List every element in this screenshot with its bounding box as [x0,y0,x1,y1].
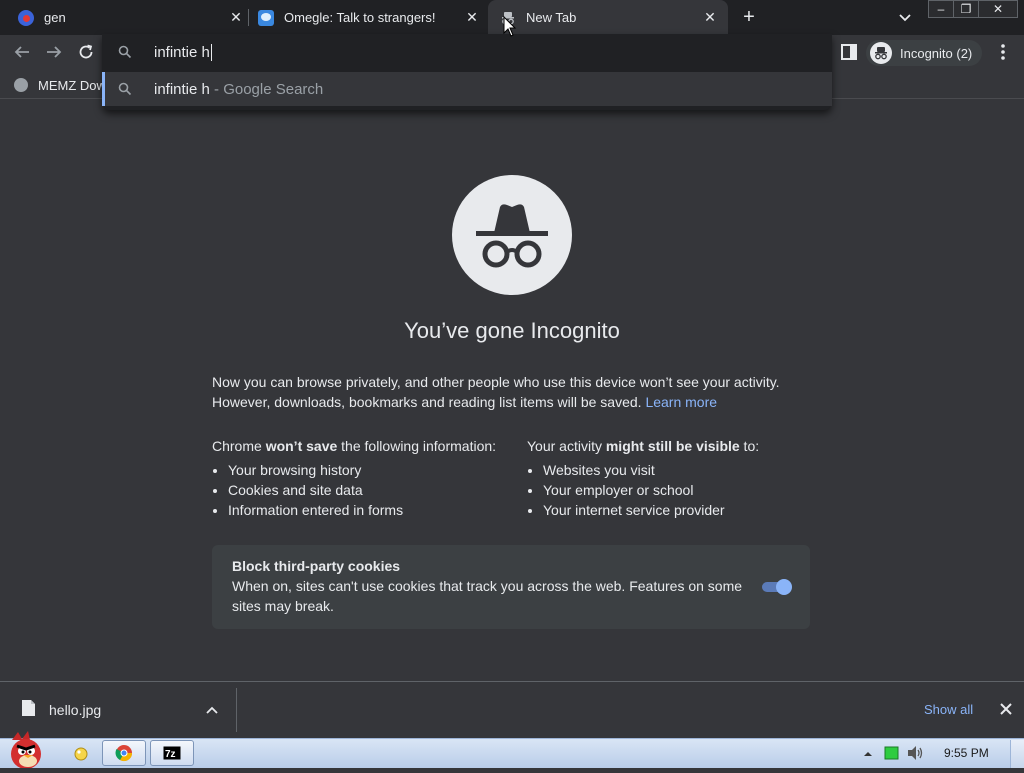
chrome-icon [115,745,133,762]
list-item: Your employer or school [543,480,817,500]
reload-button[interactable] [74,40,98,64]
network-battery-icon[interactable] [884,746,900,760]
back-arrow-icon [14,46,29,58]
tab-title: gen [44,10,66,25]
reload-icon [79,44,93,59]
cookie-title: Block third-party cookies [232,558,401,574]
learn-more-link[interactable]: Learn more [645,394,717,410]
list-item: Your internet service provider [543,500,817,520]
heading-bold: won’t save [265,438,338,454]
close-icon[interactable]: ✕ [464,9,480,26]
tray-chevron-up-icon[interactable] [862,747,874,759]
minimize-button[interactable]: – [928,0,954,18]
side-panel-icon [841,44,857,60]
page-title: You’ve gone Incognito [404,318,620,343]
list-item: Your browsing history [228,460,512,480]
incognito-profile-button[interactable]: Incognito (2) [866,40,982,66]
file-icon [20,699,36,717]
svg-text:7z: 7z [165,749,176,760]
taskbar-7zip-button[interactable]: 7z [150,740,194,766]
show-all-button[interactable]: Show all [924,702,973,717]
heading-suffix: to: [739,438,760,454]
cookie-description: When on, sites can't use cookies that tr… [232,578,743,614]
menu-button[interactable] [994,42,1012,62]
wont-save-heading: Chrome won’t save the following informat… [212,436,512,456]
tab-search-chevron-icon[interactable] [896,8,914,26]
new-tab-button[interactable]: + [738,6,760,28]
heading-suffix: the following information: [337,438,497,454]
bookmark-memz[interactable]: MEMZ Dow [14,76,106,94]
show-desktop-button[interactable] [1010,740,1024,768]
intro-line-1: Now you can browse privately, and other … [212,374,780,390]
intro-line-2-text: However, downloads, bookmarks and readin… [212,394,642,410]
chevron-up-icon[interactable] [204,702,220,718]
volume-icon[interactable] [906,745,924,761]
omegle-favicon-icon [258,9,274,26]
omnibox-popup: infintie h infintie h - Google Search [102,34,832,110]
list-item: Websites you visit [543,460,817,480]
restore-button[interactable]: ❐ [953,0,979,18]
start-button-angry-bird-icon[interactable] [4,730,50,769]
heading-bold: might still be visible [605,438,740,454]
download-shelf [0,681,1024,738]
forward-arrow-icon [47,46,62,58]
forward-button[interactable] [42,40,66,64]
visible-to-section: Your activity might still be visible to:… [527,436,817,520]
search-icon [118,82,132,96]
list-item: Information entered in forms [228,500,512,520]
clock[interactable]: 9:55 PM [944,746,989,760]
window-close-button[interactable]: ✕ [978,0,1018,18]
omnibox-suggestion[interactable]: infintie h - Google Search [102,72,832,106]
wont-save-section: Chrome won’t save the following informat… [212,436,512,520]
text-caret [210,43,212,61]
mouse-cursor-icon [503,15,517,38]
visible-to-heading: Your activity might still be visible to: [527,436,817,456]
back-button[interactable] [10,40,34,64]
heading-prefix: Your activity [527,438,606,454]
close-icon[interactable]: ✕ [702,9,718,26]
taskbar-folder-icon[interactable] [72,744,90,762]
shelf-divider [236,688,237,732]
tab-divider [248,9,249,26]
tab-title: Omegle: Talk to strangers! [284,10,436,25]
bookmark-label: MEMZ Dow [38,77,106,93]
cookie-controls-card: Block third-party cookies When on, sites… [212,545,810,629]
close-icon[interactable]: ✕ [228,9,244,26]
list-item: Cookies and site data [228,480,512,500]
gen-favicon-icon [18,9,34,26]
incognito-logo-icon [452,175,572,295]
suggestion-query: infintie h [154,80,210,98]
heading-prefix: Chrome [212,438,266,454]
intro-line-2: However, downloads, bookmarks and readin… [212,392,812,412]
taskbar-chrome-button[interactable] [102,740,146,766]
download-filename[interactable]: hello.jpg [49,702,101,718]
intro-text: Now you can browse privately, and other … [212,372,812,412]
incognito-avatar-icon [870,42,892,64]
omnibox-input-row[interactable]: infintie h [102,34,832,70]
tab-gen[interactable]: gen ✕ [18,0,244,35]
omnibox-input[interactable]: infintie h [154,44,210,61]
search-icon [118,45,132,59]
tab-title: New Tab [526,10,577,25]
tab-omegle[interactable]: Omegle: Talk to strangers! ✕ [258,0,480,35]
globe-icon [14,78,28,92]
seven-zip-icon: 7z [163,746,181,760]
shelf-close-icon[interactable] [998,701,1014,717]
tab-new-tab[interactable]: New Tab ✕ [488,0,728,35]
profile-label: Incognito (2) [900,45,973,61]
suggestion-suffix: - Google Search [209,80,324,98]
more-vert-icon [1001,44,1005,60]
cookie-toggle[interactable] [760,579,794,595]
side-panel-button[interactable] [840,43,858,61]
